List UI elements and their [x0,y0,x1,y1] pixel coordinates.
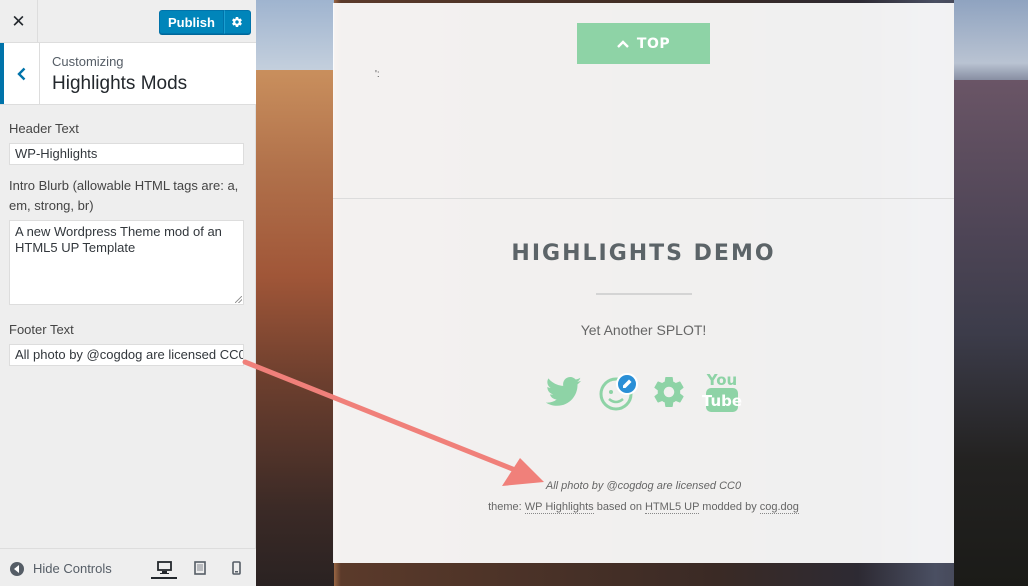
desktop-preview-button[interactable] [151,557,177,579]
tablet-icon [194,561,206,575]
theme-credit-line: theme: WP Highlights based on HTML5 UP m… [333,501,954,514]
header-text-label: Header Text [9,121,79,136]
twitter-icon[interactable] [544,369,584,414]
footer-text-input[interactable]: All photo by @cogdog are licensed CC0 [9,344,244,366]
customizer-header: ✕ Publish [0,0,256,43]
gear-icon [231,16,243,28]
preview-page: TOP ': HIGHLIGHTS DEMO Yet Another SPLOT… [333,3,954,563]
svg-text:Tube: Tube [702,392,742,410]
stray-mark: ': [375,69,380,80]
intro-blurb-label: Intro Blurb (allowable HTML tags are: a,… [9,178,239,213]
top-button-label: TOP [636,35,671,52]
cogdog-link[interactable]: cog.dog [759,501,799,514]
mobile-icon [231,561,241,575]
wp-highlights-link[interactable]: WP Highlights [524,501,594,514]
site-title: HIGHLIGHTS DEMO [511,241,776,266]
mobile-preview-button[interactable] [223,557,249,579]
photo-credit: All photo by @cogdog are licensed CC0 [545,480,742,492]
tablet-preview-button[interactable] [187,557,213,579]
publish-settings-button[interactable] [223,10,251,34]
customizer-footer: Hide Controls [0,548,256,586]
gear-icon[interactable] [649,369,689,414]
based-on-text: based on [593,501,646,513]
modded-by-text: modded by [699,501,760,513]
top-button[interactable]: TOP [577,23,710,64]
tagline: Yet Another SPLOT! [580,322,707,338]
social-icons: You Tube [544,369,744,414]
footer-text-label: Footer Text [9,322,74,337]
close-button[interactable]: ✕ [0,0,38,43]
hide-controls-button[interactable]: Hide Controls [10,561,112,576]
background-cliff-left [256,70,334,586]
background-sky-left [256,0,334,80]
chevron-up-icon [617,39,629,48]
section-title: Highlights Mods [52,73,188,94]
close-icon: ✕ [11,11,26,32]
splot-avatar-icon[interactable] [598,369,638,414]
hide-controls-label: Hide Controls [33,561,112,576]
chevron-left-icon [17,67,26,81]
header-text-input[interactable]: WP-Highlights [9,143,244,165]
svg-text:You: You [706,371,737,389]
desktop-icon [156,560,172,574]
customizing-label: Customizing [52,54,124,69]
section-header: Customizing Highlights Mods [0,43,256,105]
youtube-icon[interactable]: You Tube [702,369,742,414]
customizer-sidebar: ✕ Publish Customizing Highlights Mods He… [0,0,256,586]
collapse-icon [10,561,24,576]
intro-blurb-value: A new Wordpress Theme mod of an HTML5 UP… [15,224,222,255]
section-divider [333,198,954,199]
background-sky-right [954,0,1028,90]
publish-button[interactable]: Publish [159,10,224,34]
background-cliff-right [954,80,1028,586]
title-rule [596,293,692,295]
publish-group: Publish [159,10,251,34]
intro-blurb-textarea[interactable]: A new Wordpress Theme mod of an HTML5 UP… [9,220,244,305]
html5-up-link[interactable]: HTML5 UP [645,501,700,514]
back-button[interactable] [0,43,40,104]
resize-handle[interactable] [235,296,242,303]
theme-prefix: theme: [488,501,525,513]
